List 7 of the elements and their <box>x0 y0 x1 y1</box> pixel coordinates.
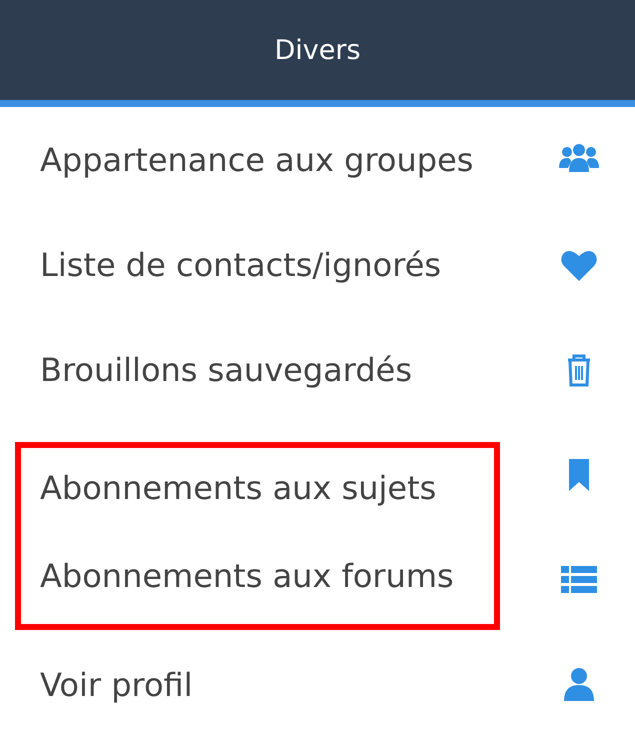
menu-link[interactable]: Abonnements aux forums <box>40 556 454 594</box>
menu-link[interactable]: Brouillons sauvegardés <box>40 350 412 388</box>
header-title: Divers <box>274 34 361 66</box>
menu-link[interactable]: Appartenance aux groupes <box>40 140 474 178</box>
menu-link[interactable]: Abonnements aux sujets <box>40 468 436 506</box>
menu-link[interactable]: Voir profil <box>40 666 193 704</box>
menu-link[interactable]: Liste de contacts/ignorés <box>40 246 442 284</box>
